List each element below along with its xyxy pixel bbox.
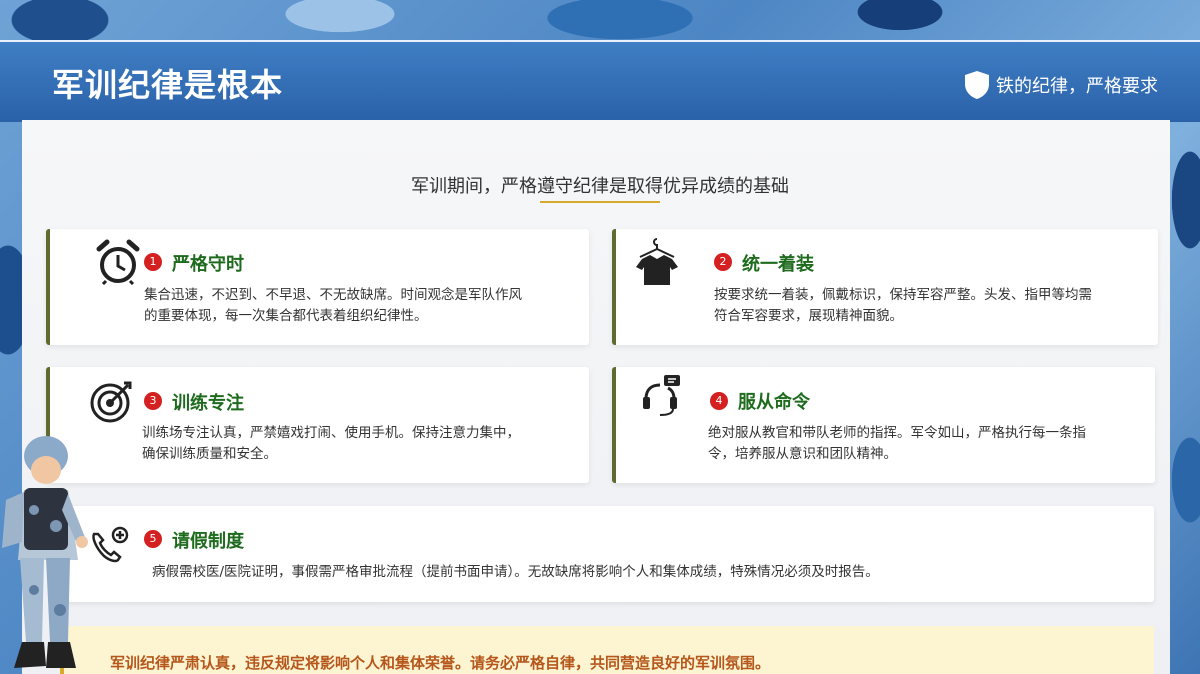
rule-card-focus: 3 训练专注 训练场专注认真，严禁嬉戏打闹、使用手机。保持注意力集中， 确保训练… xyxy=(46,367,589,483)
rule-title: 服从命令 xyxy=(738,392,810,413)
header-tagline: 铁的纪律，严格要求 xyxy=(996,76,1158,97)
rule-number-badge: 2 xyxy=(714,253,732,271)
shield-icon xyxy=(965,71,989,99)
warning-banner: 军训纪律严肃认真，违反规定将影响个人和集体荣誉。请务必严格自律，共同营造良好的军… xyxy=(60,626,1154,674)
rule-description-line2: 确保训练质量和安全。 xyxy=(142,446,277,462)
section-subtitle: 军训期间，严格遵守纪律是取得优异成绩的基础 xyxy=(411,176,789,197)
rule-description-line1: 按要求统一着装，佩戴标识，保持军容严整。头发、指甲等均需 xyxy=(714,287,1092,303)
rule-number-badge: 3 xyxy=(144,392,162,410)
rule-description: 病假需校医/医院证明，事假需严格审批流程（提前书面申请）。无故缺席将影响个人和集… xyxy=(152,564,879,580)
rule-card-leave: 5 请假制度 病假需校医/医院证明，事假需严格审批流程（提前书面申请）。无故缺席… xyxy=(60,506,1154,602)
soldier-illustration xyxy=(2,436,88,668)
rule-title: 严格守时 xyxy=(172,254,244,275)
rule-number-badge: 1 xyxy=(144,253,162,271)
rule-number-badge: 4 xyxy=(710,392,728,410)
rule-card-punctuality: 1 严格守时 集合迅速，不迟到、不早退、不无故缺席。时间观念是军队作风 的重要体… xyxy=(46,229,589,345)
rule-description-line2: 的重要体现，每一次集合都代表着组织纪律性。 xyxy=(144,308,428,324)
header-bar: 军训纪律是根本 铁的纪律，严格要求 xyxy=(0,40,1200,122)
rule-title: 训练专注 xyxy=(172,393,244,414)
subtitle-underline xyxy=(540,201,660,203)
target-icon xyxy=(90,381,132,423)
rule-card-obedience: 4 服从命令 绝对服从教官和带队老师的指挥。军令如山，严格执行每一条指 令，培养… xyxy=(612,367,1155,483)
rule-description-line2: 令，培养服从意识和团队精神。 xyxy=(708,446,897,462)
rule-number-badge: 5 xyxy=(144,530,162,548)
rule-description-line1: 绝对服从教官和带队老师的指挥。军令如山，严格执行每一条指 xyxy=(708,425,1086,441)
rule-description-line1: 训练场专注认真，严禁嬉戏打闹、使用手机。保持注意力集中， xyxy=(142,425,520,441)
warning-banner-text: 军训纪律严肃认真，违反规定将影响个人和集体荣誉。请务必严格自律，共同营造良好的军… xyxy=(110,654,771,672)
header-tagline-group: 铁的纪律，严格要求 xyxy=(964,70,1158,100)
rule-title: 统一着装 xyxy=(742,254,814,275)
rule-description-line1: 集合迅速，不迟到、不早退、不无故缺席。时间观念是军队作风 xyxy=(144,287,522,303)
rule-card-uniform: 2 统一着装 按要求统一着装，佩戴标识，保持军容严整。头发、指甲等均需 符合军容… xyxy=(612,229,1158,345)
rule-title: 请假制度 xyxy=(172,531,244,552)
shirt-hanger-icon xyxy=(636,238,678,285)
rule-description-line2: 符合军容要求，展现精神面貌。 xyxy=(714,308,903,324)
page-title: 军训纪律是根本 xyxy=(52,66,284,104)
alarm-clock-icon xyxy=(96,239,140,285)
headset-icon xyxy=(643,375,680,416)
